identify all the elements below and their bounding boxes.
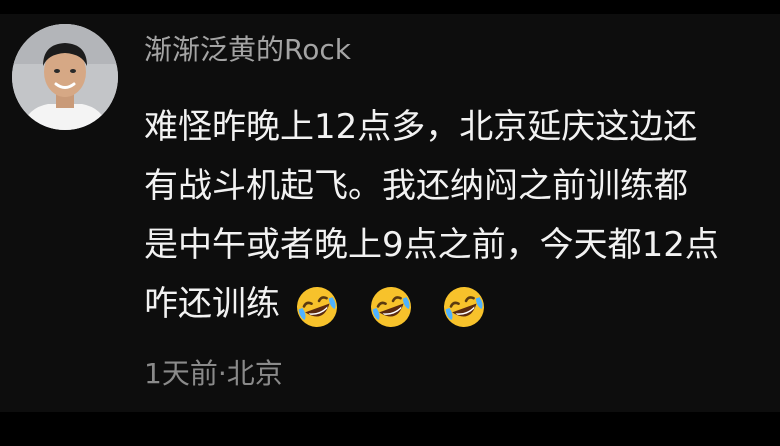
avatar[interactable] bbox=[12, 24, 118, 130]
rolling-laughing-emoji-icon bbox=[442, 285, 486, 329]
bottom-letterbox bbox=[0, 412, 780, 446]
comment-line: 是中午或者晚上9点之前，今天都12点 bbox=[144, 225, 719, 265]
comment-line-last: 咋还训练 bbox=[144, 275, 764, 334]
comment-text: 难怪昨晚上12点多，北京延庆这边还 有战斗机起飞。我还纳闷之前训练都 是中午或者… bbox=[144, 98, 764, 334]
meta-separator: · bbox=[217, 357, 227, 390]
comment-line: 有战斗机起飞。我还纳闷之前训练都 bbox=[144, 166, 688, 206]
rolling-laughing-emoji-icon bbox=[295, 285, 339, 329]
comment-line: 难怪昨晚上12点多，北京延庆这边还 bbox=[144, 107, 698, 147]
comment-meta: 1天前·北京 bbox=[144, 356, 283, 392]
username[interactable]: 渐渐泛黄的Rock bbox=[144, 30, 351, 70]
emoji-group bbox=[295, 276, 506, 335]
comment-time: 1天前 bbox=[144, 357, 218, 390]
rolling-laughing-emoji-icon bbox=[369, 285, 413, 329]
top-letterbox bbox=[0, 0, 780, 14]
avatar-photo bbox=[12, 24, 118, 130]
comment-line-text: 咋还训练 bbox=[144, 284, 280, 324]
comment-location: 北京 bbox=[226, 357, 283, 390]
